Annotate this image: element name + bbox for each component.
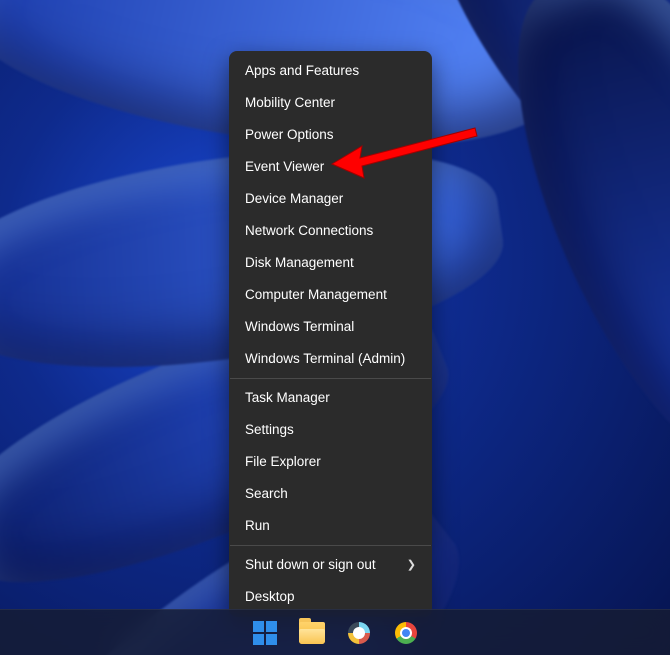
menu-divider (230, 545, 431, 546)
menu-item-label: Event Viewer (245, 158, 324, 176)
menu-item-label: Power Options (245, 126, 334, 144)
menu-item-task-manager[interactable]: Task Manager (229, 382, 432, 414)
menu-item-search[interactable]: Search (229, 478, 432, 510)
menu-item-windows-terminal[interactable]: Windows Terminal (229, 311, 432, 343)
menu-item-event-viewer[interactable]: Event Viewer (229, 151, 432, 183)
menu-item-disk-management[interactable]: Disk Management (229, 247, 432, 279)
winx-context-menu: Apps and Features Mobility Center Power … (229, 51, 432, 617)
menu-item-windows-terminal-admin[interactable]: Windows Terminal (Admin) (229, 343, 432, 375)
menu-item-label: Windows Terminal (Admin) (245, 350, 405, 368)
menu-item-shut-down-or-sign-out[interactable]: Shut down or sign out ❯ (229, 549, 432, 581)
browser-button[interactable] (340, 614, 378, 652)
menu-item-label: File Explorer (245, 453, 321, 471)
menu-item-settings[interactable]: Settings (229, 414, 432, 446)
menu-item-label: Disk Management (245, 254, 354, 272)
menu-item-computer-management[interactable]: Computer Management (229, 279, 432, 311)
menu-item-file-explorer[interactable]: File Explorer (229, 446, 432, 478)
menu-item-device-manager[interactable]: Device Manager (229, 183, 432, 215)
menu-item-label: Task Manager (245, 389, 330, 407)
menu-item-power-options[interactable]: Power Options (229, 119, 432, 151)
windows-logo-icon (253, 621, 277, 645)
menu-item-run[interactable]: Run (229, 510, 432, 542)
menu-item-label: Computer Management (245, 286, 387, 304)
chevron-right-icon: ❯ (407, 556, 416, 574)
menu-item-label: Network Connections (245, 222, 373, 240)
menu-item-label: Shut down or sign out (245, 556, 376, 574)
desktop[interactable]: Apps and Features Mobility Center Power … (0, 0, 670, 655)
file-explorer-button[interactable] (293, 614, 331, 652)
menu-item-network-connections[interactable]: Network Connections (229, 215, 432, 247)
menu-item-label: Desktop (245, 588, 295, 606)
menu-item-label: Mobility Center (245, 94, 335, 112)
taskbar (0, 609, 670, 655)
menu-item-label: Device Manager (245, 190, 343, 208)
menu-item-label: Windows Terminal (245, 318, 354, 336)
menu-item-label: Run (245, 517, 270, 535)
folder-icon (299, 622, 325, 644)
browser-ring-icon (348, 622, 370, 644)
start-button[interactable] (246, 614, 284, 652)
menu-item-apps-and-features[interactable]: Apps and Features (229, 55, 432, 87)
chrome-button[interactable] (387, 614, 425, 652)
menu-item-mobility-center[interactable]: Mobility Center (229, 87, 432, 119)
menu-item-label: Apps and Features (245, 62, 359, 80)
menu-item-label: Settings (245, 421, 294, 439)
chrome-icon (395, 622, 417, 644)
menu-item-label: Search (245, 485, 288, 503)
menu-divider (230, 378, 431, 379)
